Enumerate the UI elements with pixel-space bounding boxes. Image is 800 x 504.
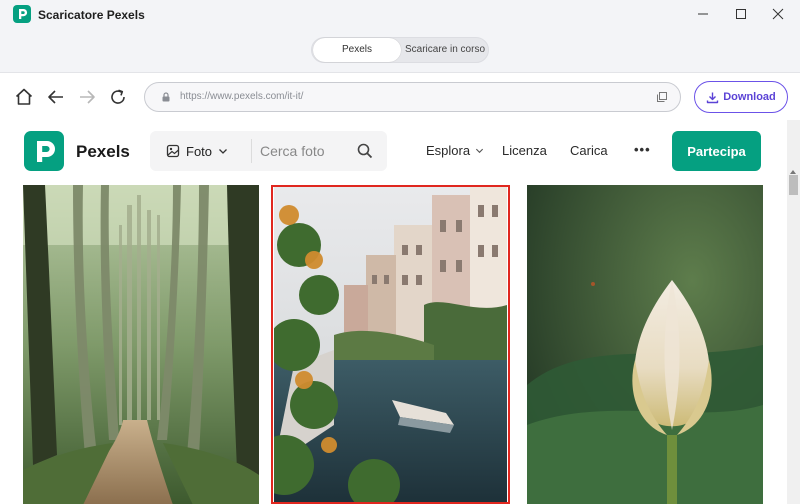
lock-icon [162, 92, 170, 102]
tab-pexels[interactable]: Pexels [313, 38, 401, 62]
app-titlebar: Scaricatore Pexels Pexels Scaricare in c… [0, 0, 800, 72]
download-label: Download [723, 91, 776, 103]
app-title: Scaricatore Pexels [38, 8, 145, 22]
image-icon [166, 144, 180, 158]
close-icon [772, 8, 784, 20]
pexels-logo-icon[interactable] [24, 131, 64, 171]
chevron-down-icon [476, 148, 484, 154]
copy-icon[interactable] [656, 91, 668, 103]
photo-card[interactable] [23, 185, 259, 504]
app-logo-icon [13, 5, 31, 23]
minimize-button[interactable] [689, 4, 717, 24]
web-page: Pexels Foto Esplora [0, 120, 787, 504]
search-icon[interactable] [357, 143, 373, 159]
media-type-label: Foto [186, 143, 213, 159]
close-button[interactable] [764, 4, 792, 24]
maximize-icon [736, 9, 746, 19]
search-input[interactable] [260, 141, 340, 161]
forest-path-photo [23, 185, 259, 504]
menu-explore[interactable]: Esplora [426, 143, 484, 158]
maximize-button[interactable] [727, 4, 755, 24]
join-button[interactable]: Partecipa [672, 131, 761, 171]
home-icon [15, 88, 33, 105]
search-box: Foto [150, 131, 387, 171]
site-header: Pexels Foto Esplora [0, 120, 787, 182]
media-type-select[interactable]: Foto [166, 131, 228, 171]
arrow-right-icon [80, 90, 95, 104]
menu-explore-label: Esplora [426, 143, 471, 158]
menu-license[interactable]: Licenza [502, 143, 547, 158]
scroll-up-arrow-icon[interactable] [790, 170, 796, 174]
url-bar[interactable]: https://www.pexels.com/it-it/ [144, 82, 681, 112]
forward-button[interactable] [76, 86, 98, 108]
url-text: https://www.pexels.com/it-it/ [180, 91, 304, 102]
reload-icon [111, 89, 125, 104]
selected-photo-frame [271, 185, 510, 504]
reload-button[interactable] [107, 86, 129, 108]
browser-toolbar: https://www.pexels.com/it-it/ Download [0, 72, 800, 120]
download-button[interactable]: Download [694, 81, 788, 113]
tab-switcher: Pexels Scaricare in corso [311, 37, 489, 63]
chevron-down-icon [219, 149, 227, 154]
menu-upload[interactable]: Carica [570, 143, 608, 158]
site-brand[interactable]: Pexels [76, 142, 130, 162]
minimize-icon [698, 13, 708, 15]
more-icon[interactable]: ••• [634, 142, 651, 157]
photo-card[interactable] [527, 185, 763, 504]
page-scrollbar[interactable] [787, 120, 800, 504]
arrow-left-icon [48, 90, 63, 104]
lotus-bud-photo [527, 185, 763, 504]
tab-downloading[interactable]: Scaricare in corso [402, 38, 488, 62]
scroll-thumb[interactable] [789, 175, 798, 195]
back-button[interactable] [45, 86, 67, 108]
search-divider [251, 139, 252, 163]
download-icon [707, 92, 719, 103]
home-button[interactable] [13, 86, 35, 108]
